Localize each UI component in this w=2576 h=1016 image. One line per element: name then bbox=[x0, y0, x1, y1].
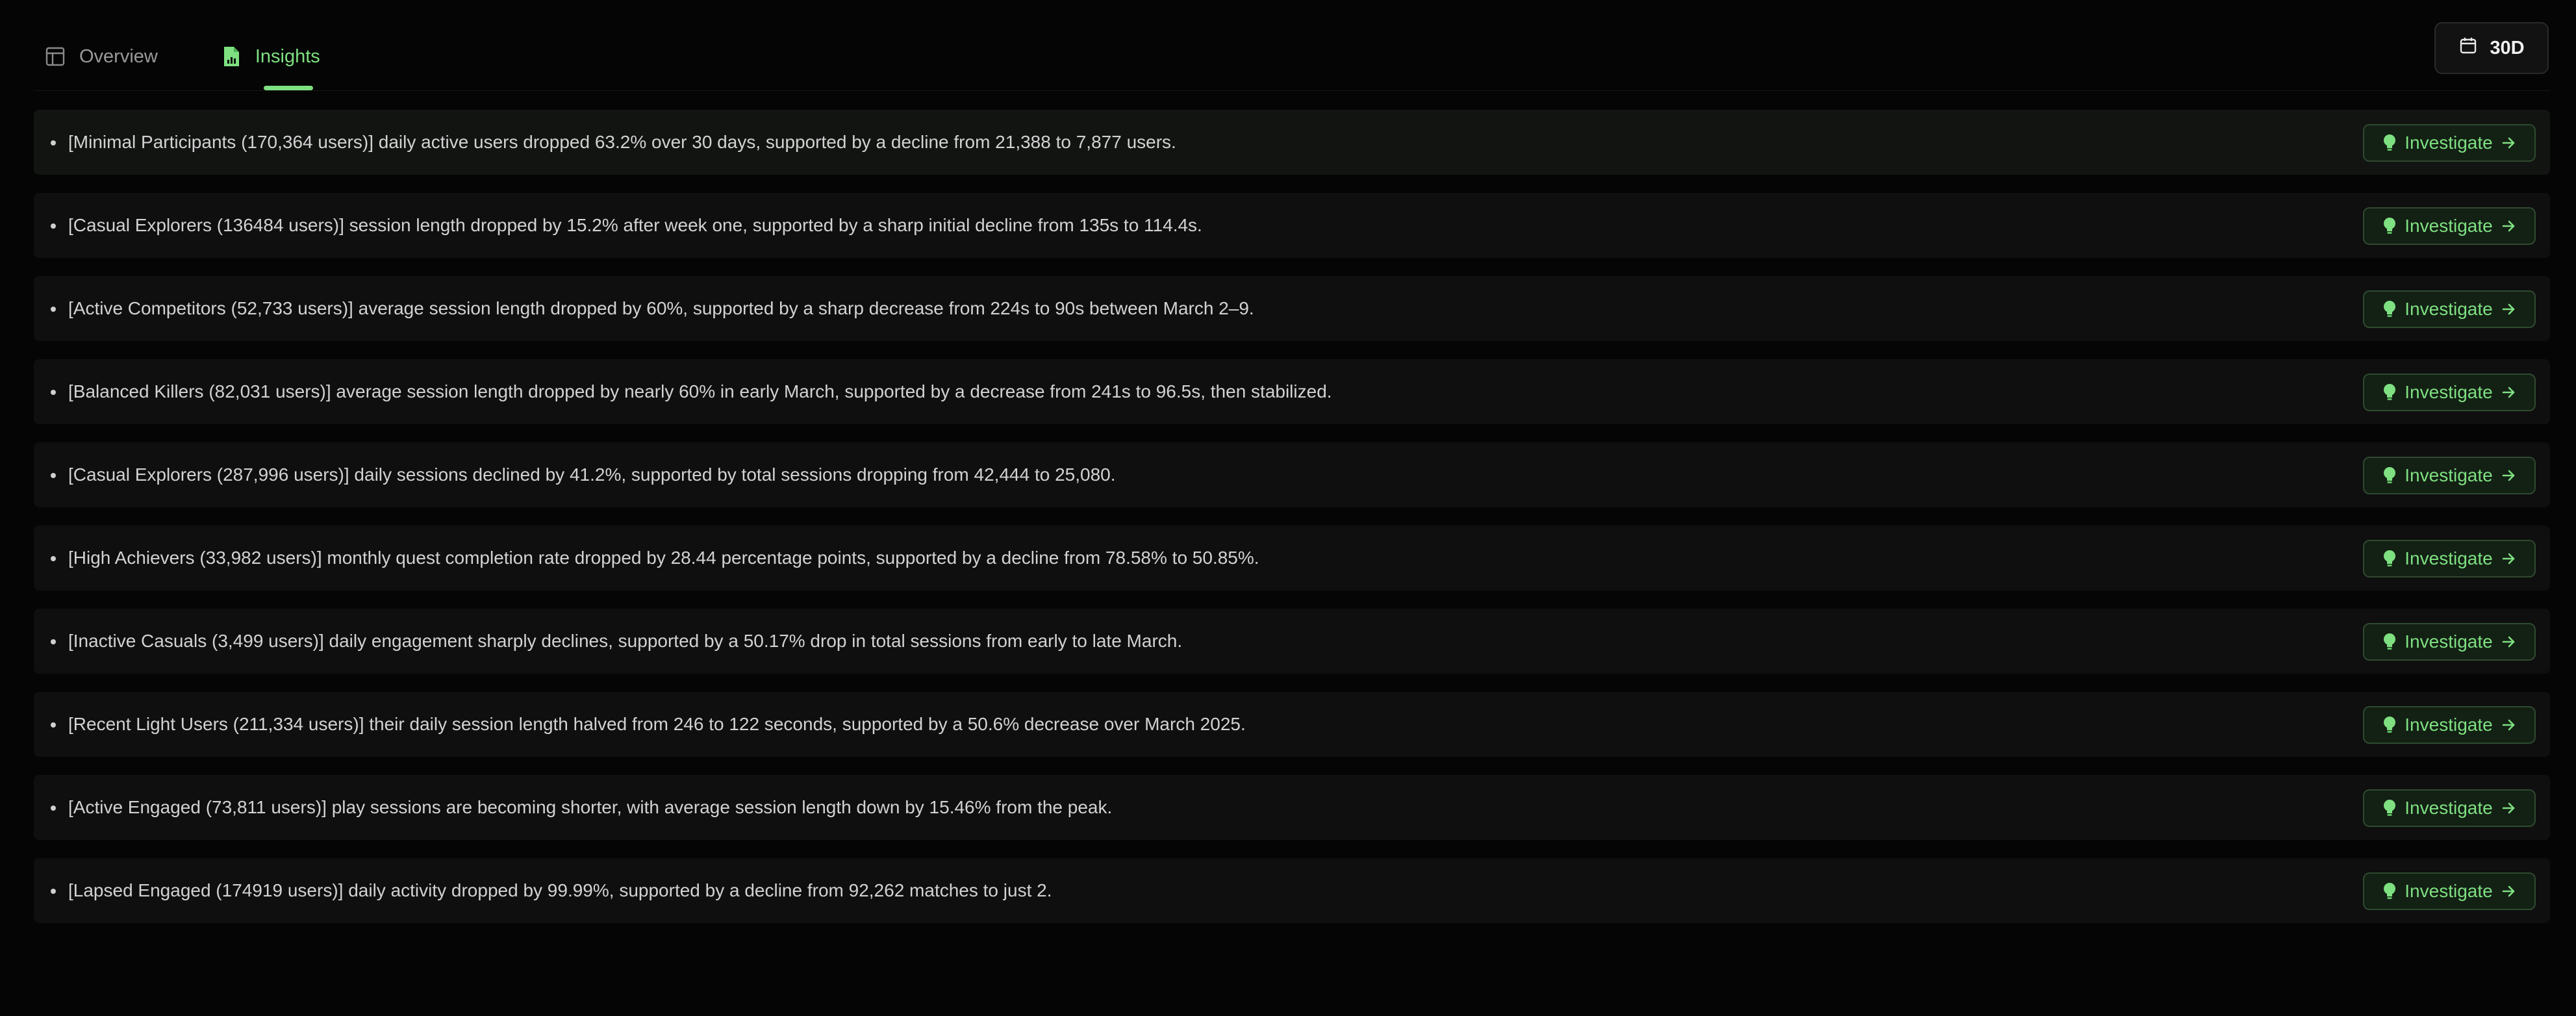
lightbulb-icon bbox=[2382, 300, 2397, 318]
file-chart-icon bbox=[220, 45, 242, 68]
arrow-right-icon bbox=[2501, 385, 2516, 400]
insight-text: [Active Competitors (52,733 users)] aver… bbox=[68, 298, 1254, 318]
insight-text: [Inactive Casuals (3,499 users)] daily e… bbox=[68, 631, 1183, 651]
bullet-dot bbox=[51, 223, 56, 229]
arrow-right-icon bbox=[2501, 301, 2516, 317]
layout-icon bbox=[44, 45, 66, 68]
header-divider bbox=[34, 90, 2550, 91]
tab-bar: Overview Insights bbox=[44, 38, 320, 75]
investigate-label: Investigate bbox=[2405, 299, 2493, 319]
bullet-dot bbox=[51, 140, 56, 146]
investigate-button[interactable]: Investigate bbox=[2363, 540, 2536, 578]
arrow-right-icon bbox=[2501, 468, 2516, 483]
insight-row: [Active Engaged (73,811 users)] play ses… bbox=[34, 775, 2550, 840]
investigate-label: Investigate bbox=[2405, 798, 2493, 818]
lightbulb-icon bbox=[2382, 882, 2397, 900]
insight-row: [Balanced Killers (82,031 users)] averag… bbox=[34, 359, 2550, 424]
tab-insights-label: Insights bbox=[255, 45, 320, 67]
insight-text: [Casual Explorers (287,996 users)] daily… bbox=[68, 464, 1116, 485]
lightbulb-icon bbox=[2382, 799, 2397, 817]
active-tab-indicator bbox=[264, 86, 313, 90]
insight-row: [Recent Light Users (211,334 users)] the… bbox=[34, 692, 2550, 757]
insight-text: [Casual Explorers (136484 users)] sessio… bbox=[68, 215, 1202, 235]
insight-text: [Active Engaged (73,811 users)] play ses… bbox=[68, 797, 1113, 817]
investigate-button[interactable]: Investigate bbox=[2363, 207, 2536, 245]
investigate-label: Investigate bbox=[2405, 465, 2493, 485]
bullet-dot bbox=[51, 390, 56, 395]
investigate-label: Investigate bbox=[2405, 631, 2493, 652]
investigate-label: Investigate bbox=[2405, 133, 2493, 153]
insight-row: [Casual Explorers (136484 users)] sessio… bbox=[34, 193, 2550, 258]
bullet-dot bbox=[51, 806, 56, 811]
investigate-button[interactable]: Investigate bbox=[2363, 457, 2536, 494]
investigate-label: Investigate bbox=[2405, 881, 2493, 901]
insight-list: [Minimal Participants (170,364 users)] d… bbox=[34, 110, 2550, 941]
investigate-button[interactable]: Investigate bbox=[2363, 124, 2536, 162]
insight-row: [Minimal Participants (170,364 users)] d… bbox=[34, 110, 2550, 175]
investigate-button[interactable]: Investigate bbox=[2363, 290, 2536, 328]
investigate-label: Investigate bbox=[2405, 382, 2493, 402]
arrow-right-icon bbox=[2501, 218, 2516, 234]
arrow-right-icon bbox=[2501, 634, 2516, 650]
lightbulb-icon bbox=[2382, 466, 2397, 485]
bullet-dot bbox=[51, 889, 56, 894]
lightbulb-icon bbox=[2382, 716, 2397, 734]
insight-text: [Minimal Participants (170,364 users)] d… bbox=[68, 132, 1176, 152]
insight-text: [High Achievers (33,982 users)] monthly … bbox=[68, 548, 1259, 568]
investigate-button[interactable]: Investigate bbox=[2363, 789, 2536, 827]
arrow-right-icon bbox=[2501, 135, 2516, 151]
date-range-button[interactable]: 30D bbox=[2434, 22, 2549, 74]
lightbulb-icon bbox=[2382, 383, 2397, 401]
bullet-dot bbox=[51, 639, 56, 644]
lightbulb-icon bbox=[2382, 134, 2397, 152]
arrow-right-icon bbox=[2501, 800, 2516, 816]
lightbulb-icon bbox=[2382, 217, 2397, 235]
insight-row: [High Achievers (33,982 users)] monthly … bbox=[34, 526, 2550, 591]
insight-text: [Balanced Killers (82,031 users)] averag… bbox=[68, 381, 1332, 401]
investigate-label: Investigate bbox=[2405, 715, 2493, 735]
bullet-dot bbox=[51, 307, 56, 312]
investigate-button[interactable]: Investigate bbox=[2363, 623, 2536, 661]
calendar-icon bbox=[2458, 36, 2478, 60]
arrow-right-icon bbox=[2501, 551, 2516, 566]
arrow-right-icon bbox=[2501, 717, 2516, 733]
arrow-right-icon bbox=[2501, 883, 2516, 899]
tab-overview[interactable]: Overview bbox=[44, 38, 158, 75]
bullet-dot bbox=[51, 722, 56, 728]
investigate-label: Investigate bbox=[2405, 216, 2493, 236]
insight-row: [Inactive Casuals (3,499 users)] daily e… bbox=[34, 609, 2550, 674]
date-range-label: 30D bbox=[2490, 37, 2525, 58]
insight-row: [Active Competitors (52,733 users)] aver… bbox=[34, 276, 2550, 341]
insight-text: [Lapsed Engaged (174919 users)] daily ac… bbox=[68, 880, 1052, 900]
investigate-button[interactable]: Investigate bbox=[2363, 374, 2536, 411]
lightbulb-icon bbox=[2382, 633, 2397, 651]
investigate-button[interactable]: Investigate bbox=[2363, 872, 2536, 910]
bullet-dot bbox=[51, 473, 56, 478]
lightbulb-icon bbox=[2382, 550, 2397, 568]
insight-text: [Recent Light Users (211,334 users)] the… bbox=[68, 714, 1246, 734]
tab-insights[interactable]: Insights bbox=[220, 38, 320, 75]
insight-row: [Casual Explorers (287,996 users)] daily… bbox=[34, 442, 2550, 507]
bullet-dot bbox=[51, 556, 56, 561]
investigate-button[interactable]: Investigate bbox=[2363, 706, 2536, 744]
investigate-label: Investigate bbox=[2405, 548, 2493, 568]
insight-row: [Lapsed Engaged (174919 users)] daily ac… bbox=[34, 858, 2550, 923]
tab-overview-label: Overview bbox=[79, 45, 158, 67]
insights-page: Overview Insights 30D [Minimal Participa… bbox=[0, 0, 2576, 1016]
